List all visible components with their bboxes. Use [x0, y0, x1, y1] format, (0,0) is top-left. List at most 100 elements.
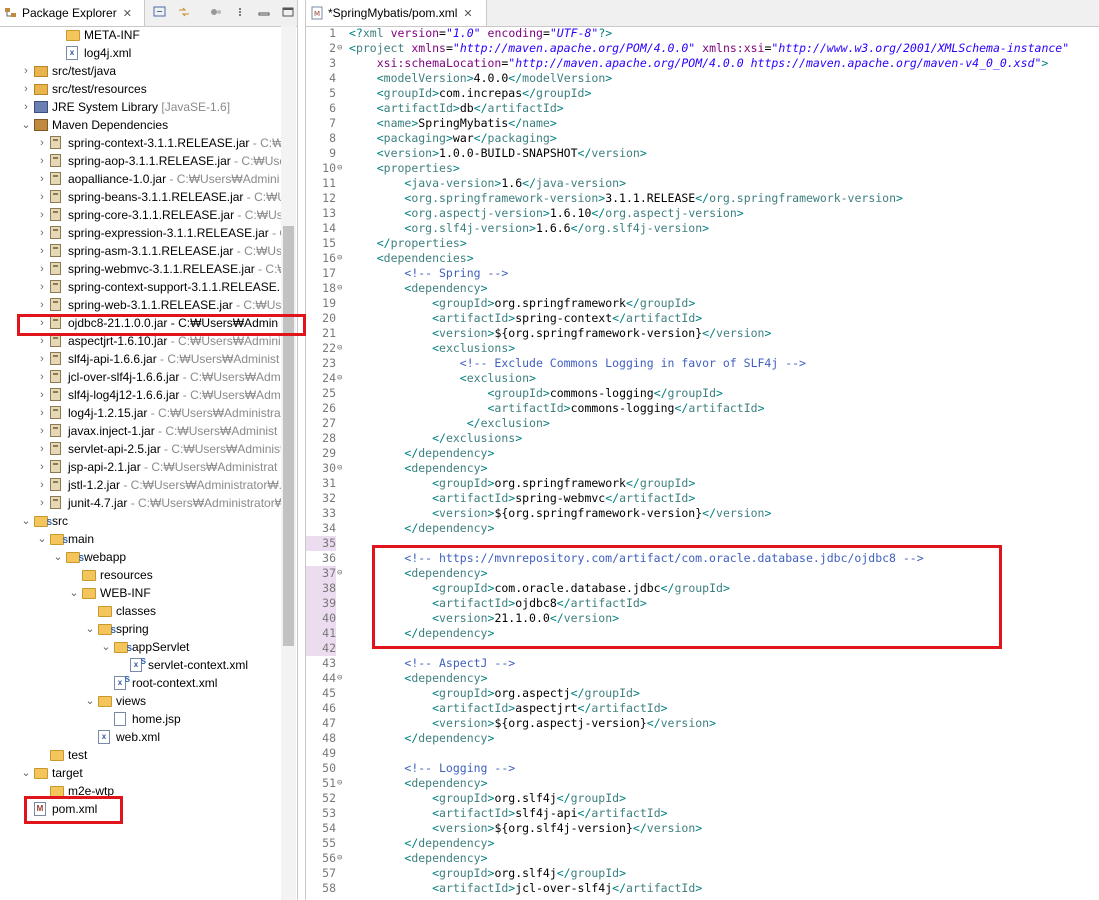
- code-line[interactable]: 37 ⊖ <dependency>: [306, 566, 1099, 581]
- tree-item[interactable]: x log4j.xml: [0, 44, 281, 62]
- code-line[interactable]: 35: [306, 536, 1099, 551]
- fold-toggle-icon[interactable]: ⊖: [337, 341, 347, 356]
- expanded-twisty-icon[interactable]: ⌄: [36, 530, 48, 548]
- code-line[interactable]: 51 ⊖ <dependency>: [306, 776, 1099, 791]
- collapsed-twisty-icon[interactable]: ›: [36, 170, 48, 188]
- tree-item[interactable]: ⌄ views: [0, 692, 281, 710]
- code-line[interactable]: 23 <!-- Exclude Commons Logging in favor…: [306, 356, 1099, 371]
- collapsed-twisty-icon[interactable]: ›: [36, 206, 48, 224]
- collapsed-twisty-icon[interactable]: ›: [36, 188, 48, 206]
- code-line[interactable]: 13 <org.aspectj-version>1.6.10</org.aspe…: [306, 206, 1099, 221]
- collapsed-twisty-icon[interactable]: ›: [36, 422, 48, 440]
- fold-toggle-icon[interactable]: ⊖: [337, 461, 347, 476]
- collapsed-twisty-icon[interactable]: ›: [36, 494, 48, 512]
- code-line[interactable]: 16 ⊖ <dependencies>: [306, 251, 1099, 266]
- tree-item[interactable]: home.jsp: [0, 710, 281, 728]
- tree-item[interactable]: META-INF: [0, 26, 281, 44]
- code-line[interactable]: 40 <version>21.1.0.0</version>: [306, 611, 1099, 626]
- collapsed-twisty-icon[interactable]: ›: [36, 350, 48, 368]
- code-line[interactable]: 38 <groupId>com.oracle.database.jdbc</gr…: [306, 581, 1099, 596]
- code-line[interactable]: 55 </dependency>: [306, 836, 1099, 851]
- tree-item[interactable]: › spring-core-3.1.1.RELEASE.jar - C:₩Use: [0, 206, 289, 224]
- code-line[interactable]: 44 ⊖ <dependency>: [306, 671, 1099, 686]
- collapsed-twisty-icon[interactable]: ›: [36, 152, 48, 170]
- collapsed-twisty-icon[interactable]: ›: [36, 386, 48, 404]
- tree-item[interactable]: › javax.inject-1.jar - C:₩Users₩Administ: [0, 422, 281, 440]
- package-explorer-tab[interactable]: Package Explorer ✕: [0, 0, 145, 26]
- tree-item[interactable]: › src/test/java: [0, 62, 281, 80]
- code-line[interactable]: 50 <!-- Logging -->: [306, 761, 1099, 776]
- collapsed-twisty-icon[interactable]: ›: [36, 332, 48, 350]
- link-with-editor-icon[interactable]: [175, 4, 193, 20]
- expanded-twisty-icon[interactable]: ⌄: [84, 620, 96, 638]
- tree-item[interactable]: › log4j-1.2.15.jar - C:₩Users₩Administra: [0, 404, 281, 422]
- code-line[interactable]: 31 <groupId>org.springframework</groupId…: [306, 476, 1099, 491]
- focus-icon[interactable]: [207, 4, 225, 20]
- expanded-twisty-icon[interactable]: ⌄: [68, 584, 80, 602]
- tree-item[interactable]: › JRE System Library [JavaSE-1.6]: [0, 98, 281, 116]
- code-line[interactable]: 33 <version>${org.springframework-versio…: [306, 506, 1099, 521]
- code-line[interactable]: 11 <java-version>1.6</java-version>: [306, 176, 1099, 191]
- collapse-all-icon[interactable]: [151, 4, 169, 20]
- tree-item[interactable]: ⌄ target: [0, 764, 281, 782]
- tree-item[interactable]: › spring-aop-3.1.1.RELEASE.jar - C:₩Use: [0, 152, 286, 170]
- minimize-icon[interactable]: [255, 4, 273, 20]
- code-line[interactable]: 15 </properties>: [306, 236, 1099, 251]
- collapsed-twisty-icon[interactable]: ›: [36, 368, 48, 386]
- tree-item[interactable]: › spring-asm-3.1.1.RELEASE.jar - C:₩Use: [0, 242, 289, 260]
- code-line[interactable]: 17 <!-- Spring -->: [306, 266, 1099, 281]
- collapsed-twisty-icon[interactable]: ›: [36, 404, 48, 422]
- code-line[interactable]: 25 <groupId>commons-logging</groupId>: [306, 386, 1099, 401]
- code-line[interactable]: 48 </dependency>: [306, 731, 1099, 746]
- code-line[interactable]: 22 ⊖ <exclusions>: [306, 341, 1099, 356]
- collapsed-twisty-icon[interactable]: ›: [36, 260, 48, 278]
- collapsed-twisty-icon[interactable]: ›: [36, 314, 48, 332]
- code-line[interactable]: 28 </exclusions>: [306, 431, 1099, 446]
- code-line[interactable]: 36 <!-- https://mvnrepository.com/artifa…: [306, 551, 1099, 566]
- fold-toggle-icon[interactable]: ⊖: [337, 566, 347, 581]
- tree-item[interactable]: x web.xml: [0, 728, 281, 746]
- expanded-twisty-icon[interactable]: ⌄: [52, 548, 64, 566]
- fold-toggle-icon[interactable]: ⊖: [337, 41, 347, 56]
- fold-toggle-icon[interactable]: ⊖: [337, 281, 347, 296]
- fold-toggle-icon[interactable]: ⊖: [337, 371, 347, 386]
- code-line[interactable]: 12 <org.springframework-version>3.1.1.RE…: [306, 191, 1099, 206]
- code-line[interactable]: 58 <artifactId>jcl-over-slf4j</artifactI…: [306, 881, 1099, 896]
- collapsed-twisty-icon[interactable]: ›: [20, 80, 32, 98]
- explorer-scrollbar-thumb[interactable]: [283, 226, 294, 646]
- collapsed-twisty-icon[interactable]: ›: [20, 98, 32, 116]
- tree-item[interactable]: › src/test/resources: [0, 80, 281, 98]
- code-line[interactable]: 54 <version>${org.slf4j-version}</versio…: [306, 821, 1099, 836]
- code-line[interactable]: 21 <version>${org.springframework-versio…: [306, 326, 1099, 341]
- code-line[interactable]: 26 <artifactId>commons-logging</artifact…: [306, 401, 1099, 416]
- code-line[interactable]: 34 </dependency>: [306, 521, 1099, 536]
- tree-item[interactable]: x Sservlet-context.xml: [0, 656, 281, 674]
- code-line[interactable]: 42: [306, 641, 1099, 656]
- tree-item[interactable]: › spring-context-support-3.1.1.RELEASE.: [0, 278, 281, 296]
- code-line[interactable]: 10 ⊖ <properties>: [306, 161, 1099, 176]
- view-menu-icon[interactable]: [231, 4, 249, 20]
- collapsed-twisty-icon[interactable]: ›: [36, 224, 48, 242]
- code-line[interactable]: 41 </dependency>: [306, 626, 1099, 641]
- tree-item[interactable]: › aspectjrt-1.6.10.jar - C:₩Users₩Admini: [0, 332, 281, 350]
- code-line[interactable]: 53 <artifactId>slf4j-api</artifactId>: [306, 806, 1099, 821]
- code-line[interactable]: 1 <?xml version="1.0" encoding="UTF-8"?>: [306, 26, 1099, 41]
- tree-item[interactable]: › junit-4.7.jar - C:₩Users₩Administrator₩: [0, 494, 286, 512]
- expanded-twisty-icon[interactable]: ⌄: [20, 116, 32, 134]
- code-line[interactable]: 9 <version>1.0.0-BUILD-SNAPSHOT</version…: [306, 146, 1099, 161]
- fold-toggle-icon[interactable]: ⊖: [337, 776, 347, 791]
- tree-item[interactable]: test: [0, 746, 281, 764]
- tree-item[interactable]: › servlet-api-2.5.jar - C:₩Users₩Administ: [0, 440, 283, 458]
- code-line[interactable]: 43 <!-- AspectJ -->: [306, 656, 1099, 671]
- code-line[interactable]: 2 ⊖ <project xmlns="http://maven.apache.or…: [306, 41, 1099, 56]
- code-line[interactable]: 49: [306, 746, 1099, 761]
- tree-item[interactable]: m2e-wtp: [0, 782, 281, 800]
- tree-item[interactable]: › spring-webmvc-3.1.1.RELEASE.jar - C:₩: [0, 260, 289, 278]
- code-line[interactable]: 46 <artifactId>aspectjrt</artifactId>: [306, 701, 1099, 716]
- fold-toggle-icon[interactable]: ⊖: [337, 671, 347, 686]
- code-line[interactable]: 29 </dependency>: [306, 446, 1099, 461]
- code-line[interactable]: 20 <artifactId>spring-context</artifactI…: [306, 311, 1099, 326]
- collapsed-twisty-icon[interactable]: ›: [36, 440, 48, 458]
- code-line[interactable]: 39 <artifactId>ojdbc8</artifactId>: [306, 596, 1099, 611]
- collapsed-twisty-icon[interactable]: ›: [36, 242, 48, 260]
